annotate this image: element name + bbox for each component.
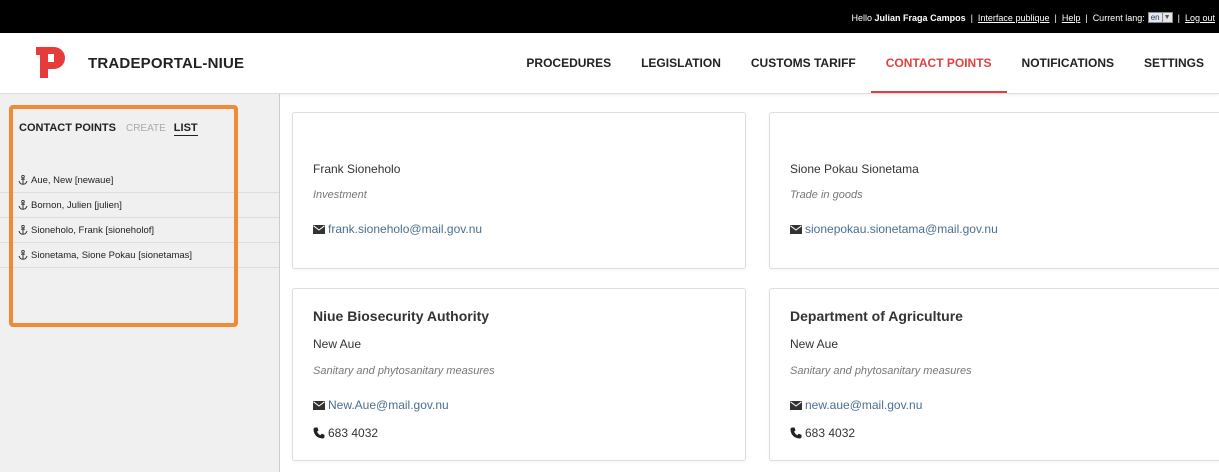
contact-department: Trade in goods bbox=[790, 189, 863, 201]
contact-email[interactable]: New.Aue@mail.gov.nu bbox=[313, 398, 449, 412]
contact-email-text: sionepokau.sionetama@mail.gov.nu bbox=[805, 222, 998, 236]
contact-card[interactable]: Sione Pokau Sionetama Trade in goods sio… bbox=[769, 112, 1219, 269]
help-link[interactable]: Help bbox=[1062, 13, 1081, 23]
contact-email-text: new.aue@mail.gov.nu bbox=[805, 398, 923, 412]
current-lang-label: Current lang: bbox=[1092, 12, 1145, 23]
contact-department: Investment bbox=[313, 189, 367, 201]
phone-icon bbox=[313, 427, 325, 439]
nav-settings[interactable]: SETTINGS bbox=[1129, 33, 1219, 94]
envelope-icon bbox=[790, 224, 802, 234]
logout-link[interactable]: Log out bbox=[1185, 13, 1215, 23]
organization-name: Department of Agriculture bbox=[790, 308, 963, 324]
hello-text: Hello bbox=[851, 12, 873, 23]
contact-phone-text: 683 4032 bbox=[805, 426, 856, 440]
brand-name[interactable]: TRADEPORTAL-NIUE bbox=[88, 55, 244, 72]
contact-name: Frank Sioneholo bbox=[313, 162, 401, 176]
nav-notifications[interactable]: NOTIFICATIONS bbox=[1007, 33, 1129, 94]
contact-name: New Aue bbox=[313, 337, 362, 351]
top-bar: Hello Julian Fraga Campos | Interface pu… bbox=[0, 0, 1219, 33]
language-value: en bbox=[1147, 12, 1163, 23]
phone-icon bbox=[790, 427, 802, 439]
separator: | bbox=[1085, 12, 1088, 23]
separator: | bbox=[970, 12, 973, 23]
nav-customs-tariff[interactable]: CUSTOMS TARIFF bbox=[736, 33, 871, 94]
envelope-icon bbox=[313, 224, 325, 234]
contact-phone-text: 683 4032 bbox=[328, 426, 379, 440]
main-header: TRADEPORTAL-NIUE PROCEDURES LEGISLATION … bbox=[0, 33, 1219, 94]
envelope-icon bbox=[313, 400, 325, 410]
language-select[interactable]: en ▼ bbox=[1147, 12, 1173, 23]
user-name: Julian Fraga Campos bbox=[874, 12, 966, 23]
interface-publique-link[interactable]: Interface publique bbox=[978, 13, 1050, 23]
tradeportal-logo-icon[interactable] bbox=[28, 44, 66, 82]
contact-department: Sanitary and phytosanitary measures bbox=[313, 365, 495, 377]
contact-department: Sanitary and phytosanitary measures bbox=[790, 365, 972, 377]
separator: | bbox=[1177, 12, 1180, 23]
envelope-icon bbox=[790, 400, 802, 410]
nav-procedures[interactable]: PROCEDURES bbox=[511, 33, 626, 94]
nav-contact-points[interactable]: CONTACT POINTS bbox=[870, 33, 1007, 94]
separator: | bbox=[1054, 12, 1057, 23]
contact-card[interactable]: Department of Agriculture New Aue Sanita… bbox=[769, 288, 1219, 461]
contact-card[interactable]: Niue Biosecurity Authority New Aue Sanit… bbox=[292, 288, 746, 461]
nav-legislation[interactable]: LEGISLATION bbox=[626, 33, 736, 94]
contact-phone: 683 4032 bbox=[790, 426, 855, 440]
main-nav: PROCEDURES LEGISLATION CUSTOMS TARIFF CO… bbox=[511, 33, 1219, 94]
contact-email-text: frank.sioneholo@mail.gov.nu bbox=[328, 222, 483, 236]
contact-email[interactable]: sionepokau.sionetama@mail.gov.nu bbox=[790, 222, 998, 236]
organization-name: Niue Biosecurity Authority bbox=[313, 308, 490, 324]
contact-name: Sione Pokau Sionetama bbox=[790, 162, 919, 176]
contact-card[interactable]: Frank Sioneholo Investment frank.sioneho… bbox=[292, 112, 746, 269]
contact-name: New Aue bbox=[790, 337, 839, 351]
contact-email-text: New.Aue@mail.gov.nu bbox=[328, 398, 449, 412]
contact-phone: 683 4032 bbox=[313, 426, 378, 440]
contact-email[interactable]: frank.sioneholo@mail.gov.nu bbox=[313, 222, 482, 236]
highlight-box bbox=[9, 105, 238, 327]
contact-email[interactable]: new.aue@mail.gov.nu bbox=[790, 398, 922, 412]
chevron-down-icon: ▼ bbox=[1162, 12, 1173, 23]
user-info-bar: Hello Julian Fraga Campos | Interface pu… bbox=[852, 12, 1215, 23]
